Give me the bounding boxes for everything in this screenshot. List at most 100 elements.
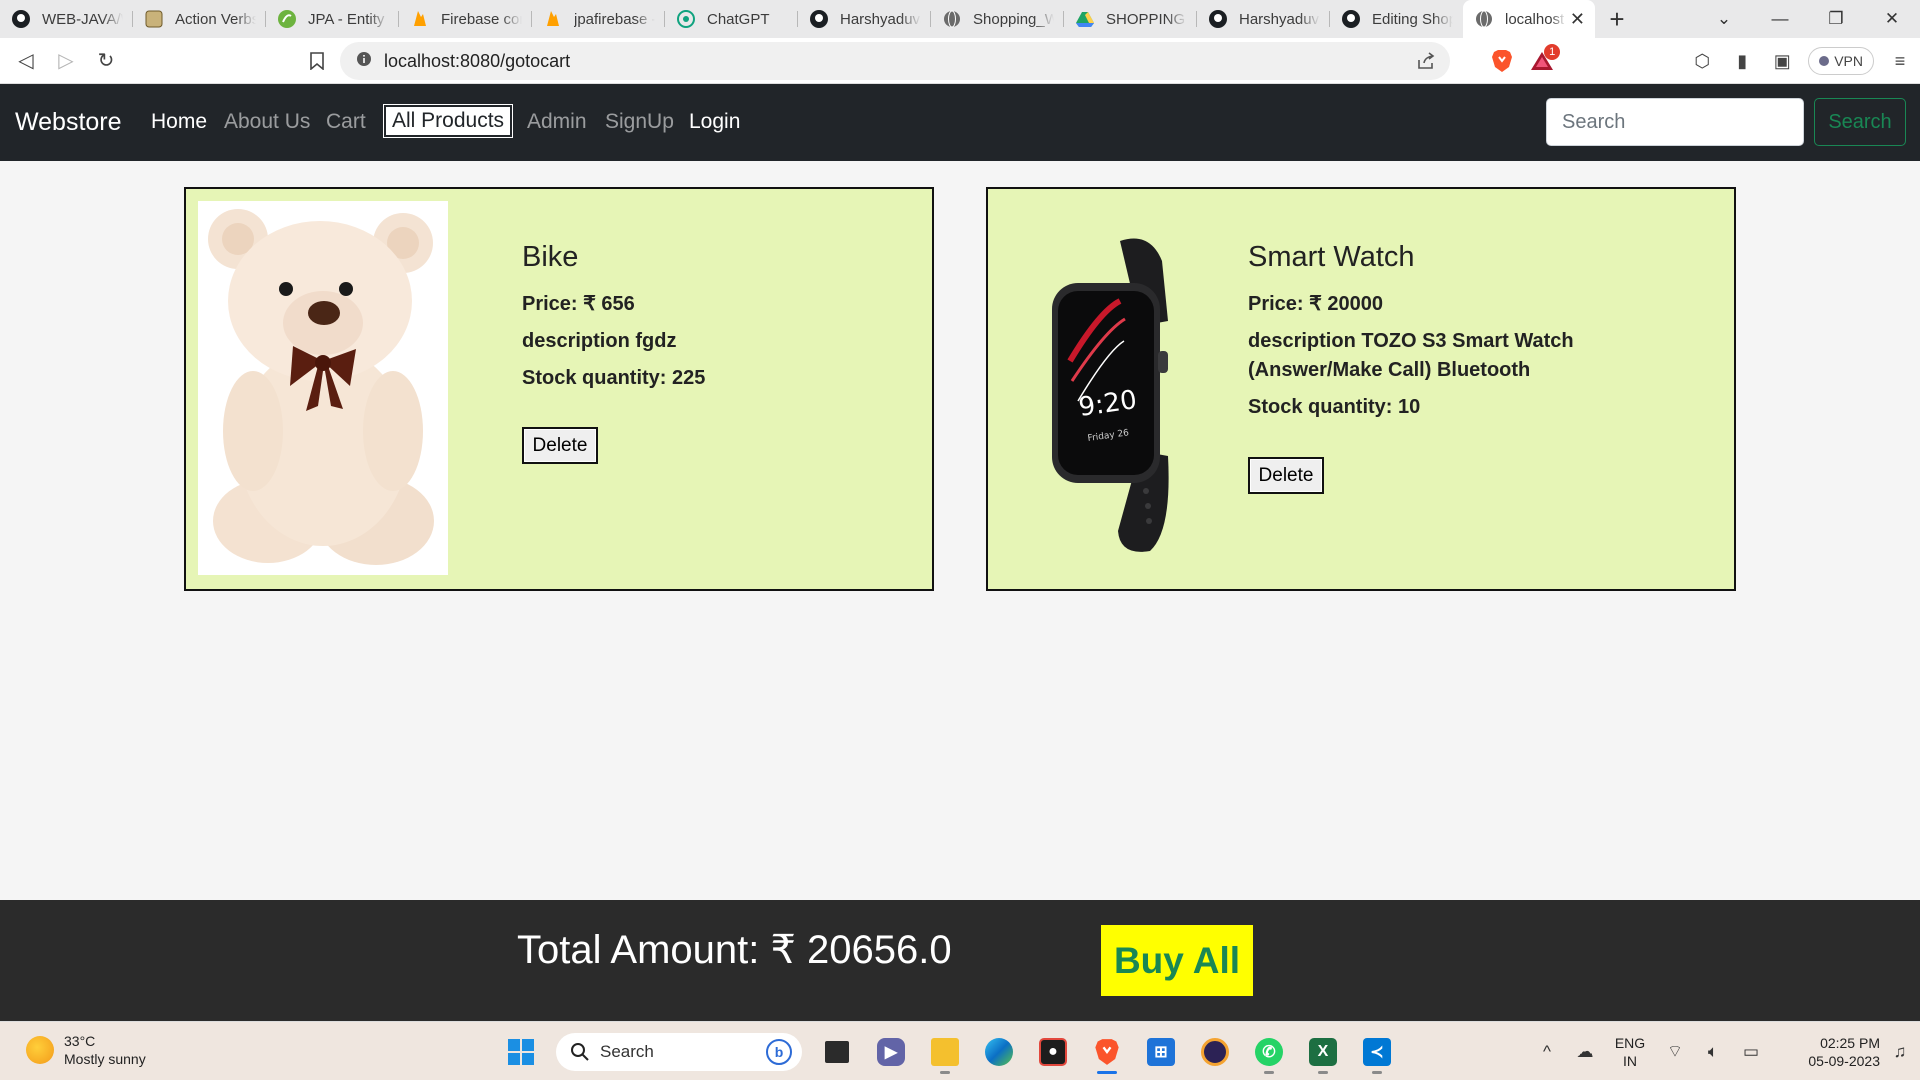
browser-tab[interactable]: WEB-JAVA/W	[0, 0, 133, 38]
taskbar-search[interactable]: Search b	[556, 1033, 802, 1071]
excel-icon[interactable]: X	[1300, 1030, 1346, 1074]
site-info-icon[interactable]	[356, 51, 372, 72]
product-description: description fgdz	[522, 330, 677, 352]
site-icon	[143, 8, 165, 30]
menu-icon[interactable]: ≡	[1880, 42, 1920, 80]
teams-chat-icon[interactable]: ▶	[868, 1030, 914, 1074]
site-navbar: Webstore Home About Us Cart All Products…	[0, 84, 1920, 161]
close-window-icon[interactable]: ✕	[1864, 9, 1920, 29]
chevron-up-icon[interactable]: ^	[1528, 1042, 1566, 1062]
product-stock: Stock quantity: 10	[1248, 396, 1421, 418]
language-indicator[interactable]: ENG IN	[1604, 1034, 1656, 1070]
drive-icon	[1074, 8, 1096, 30]
wifi-icon[interactable]: ⌔	[1656, 1041, 1694, 1062]
browser-tab[interactable]: Harshyaduva	[798, 0, 931, 38]
nav-home[interactable]: Home	[151, 110, 207, 134]
tab-title: Action Verbs	[175, 10, 256, 28]
globe-icon	[1473, 8, 1495, 30]
weather-text: 33°C Mostly sunny	[64, 1032, 146, 1068]
whatsapp-icon[interactable]: ✆	[1246, 1030, 1292, 1074]
browser-extensions: 1 ⬡ ▮ ▣ VPN ≡	[1482, 42, 1920, 80]
browser-tab[interactable]: SHOPPING A	[1064, 0, 1197, 38]
tab-search-icon[interactable]: ⌄	[1696, 9, 1752, 29]
task-view-icon[interactable]	[814, 1030, 860, 1074]
brave-shield-icon[interactable]	[1482, 42, 1522, 80]
eclipse-icon[interactable]	[1192, 1030, 1238, 1074]
notification-badge: 1	[1544, 44, 1561, 60]
nav-all-products[interactable]: All Products	[382, 104, 514, 138]
minimize-icon[interactable]: —	[1752, 9, 1808, 29]
globe-icon	[941, 8, 963, 30]
weather-widget[interactable]: 33°C Mostly sunny	[26, 1032, 146, 1068]
sidebar-icon[interactable]: ▮	[1722, 42, 1762, 80]
brave-rewards-icon[interactable]: 1	[1522, 42, 1562, 80]
vpn-button[interactable]: VPN	[1808, 47, 1874, 75]
firebase-icon	[542, 8, 564, 30]
address-bar[interactable]: localhost:8080/gotocart	[340, 42, 1450, 80]
region-code: IN	[1623, 1052, 1637, 1069]
screen-recorder-icon[interactable]: ●	[1030, 1030, 1076, 1074]
tab-title: Firebase con	[441, 10, 522, 28]
nav-signup[interactable]: SignUp	[605, 110, 674, 134]
tab-title: localhost	[1505, 10, 1565, 28]
tab-title: Harshyaduva	[840, 10, 921, 28]
product-stock: Stock quantity: 225	[522, 367, 706, 389]
browser-toolbar: ◁ ▷ ↻ localhost:8080/gotocart 1 ⬡ ▮ ▣ VP…	[0, 38, 1920, 84]
browser-tab[interactable]: Editing Shop	[1330, 0, 1463, 38]
reload-icon[interactable]: ↻	[86, 41, 126, 81]
vpn-status-icon	[1819, 56, 1830, 66]
brand-logo[interactable]: Webstore	[15, 108, 122, 137]
browser-tab[interactable]: Shopping_W	[931, 0, 1064, 38]
clock[interactable]: 02:25 PM 05-09-2023	[1784, 1034, 1880, 1070]
search-button[interactable]: Search	[1814, 98, 1906, 146]
brave-browser-icon[interactable]	[1084, 1030, 1130, 1074]
start-icon[interactable]	[498, 1030, 544, 1074]
spring-icon	[276, 8, 298, 30]
nav-about-us[interactable]: About Us	[224, 110, 310, 134]
store-icon[interactable]: ⊞	[1138, 1030, 1184, 1074]
window-controls: ⌄ — ❐ ✕	[1696, 0, 1920, 38]
buy-all-button[interactable]: Buy All	[1101, 925, 1253, 996]
back-icon[interactable]: ◁	[6, 41, 46, 81]
forward-icon[interactable]: ▷	[46, 41, 86, 81]
onedrive-icon[interactable]: ☁	[1566, 1042, 1604, 1062]
nav-cart[interactable]: Cart	[326, 110, 366, 134]
edge-icon[interactable]	[976, 1030, 1022, 1074]
close-tab-icon[interactable]: ✕	[1570, 9, 1585, 30]
extensions-icon[interactable]: ⬡	[1682, 42, 1722, 80]
restore-icon[interactable]: ❐	[1808, 9, 1864, 29]
new-tab-button[interactable]: +	[1595, 0, 1639, 38]
product-price: Price: ₹ 20000	[1248, 293, 1384, 315]
battery-icon[interactable]: ▭	[1732, 1042, 1770, 1062]
url-text: localhost:8080/gotocart	[384, 50, 571, 71]
browser-tab[interactable]: jpafirebase -	[532, 0, 665, 38]
clock-date: 05-09-2023	[1808, 1052, 1880, 1069]
nav-admin[interactable]: Admin	[527, 110, 587, 134]
share-icon[interactable]	[1416, 51, 1436, 76]
wallet-icon[interactable]: ▣	[1762, 42, 1802, 80]
bookmark-icon[interactable]	[300, 44, 334, 78]
browser-tab-active[interactable]: localhost ✕	[1463, 0, 1595, 38]
tab-title: jpafirebase -	[574, 10, 655, 28]
browser-tab[interactable]: ChatGPT	[665, 0, 798, 38]
vscode-icon[interactable]: ≺	[1354, 1030, 1400, 1074]
notification-bell-icon[interactable]: ♫	[1880, 1042, 1920, 1062]
search-input[interactable]: Search	[1546, 98, 1804, 146]
delete-button[interactable]: Delete	[522, 427, 598, 464]
github-icon	[808, 8, 830, 30]
bing-icon[interactable]: b	[766, 1039, 792, 1065]
file-explorer-icon[interactable]	[922, 1030, 968, 1074]
clock-time: 02:25 PM	[1820, 1034, 1880, 1051]
browser-tab[interactable]: Action Verbs	[133, 0, 266, 38]
browser-tab[interactable]: Harshyaduva	[1197, 0, 1330, 38]
volume-icon[interactable]: 🔈︎	[1694, 1042, 1732, 1062]
product-description: description TOZO S3 Smart Watch	[1248, 330, 1574, 352]
nav-login[interactable]: Login	[689, 110, 740, 134]
product-price: Price: ₹ 656	[522, 293, 635, 315]
browser-tab[interactable]: JPA - Entity R	[266, 0, 399, 38]
delete-button[interactable]: Delete	[1248, 457, 1324, 494]
browser-tab[interactable]: Firebase con	[399, 0, 532, 38]
search-icon	[571, 1043, 589, 1061]
tab-title: Shopping_W	[973, 10, 1054, 28]
vpn-label: VPN	[1834, 53, 1863, 69]
